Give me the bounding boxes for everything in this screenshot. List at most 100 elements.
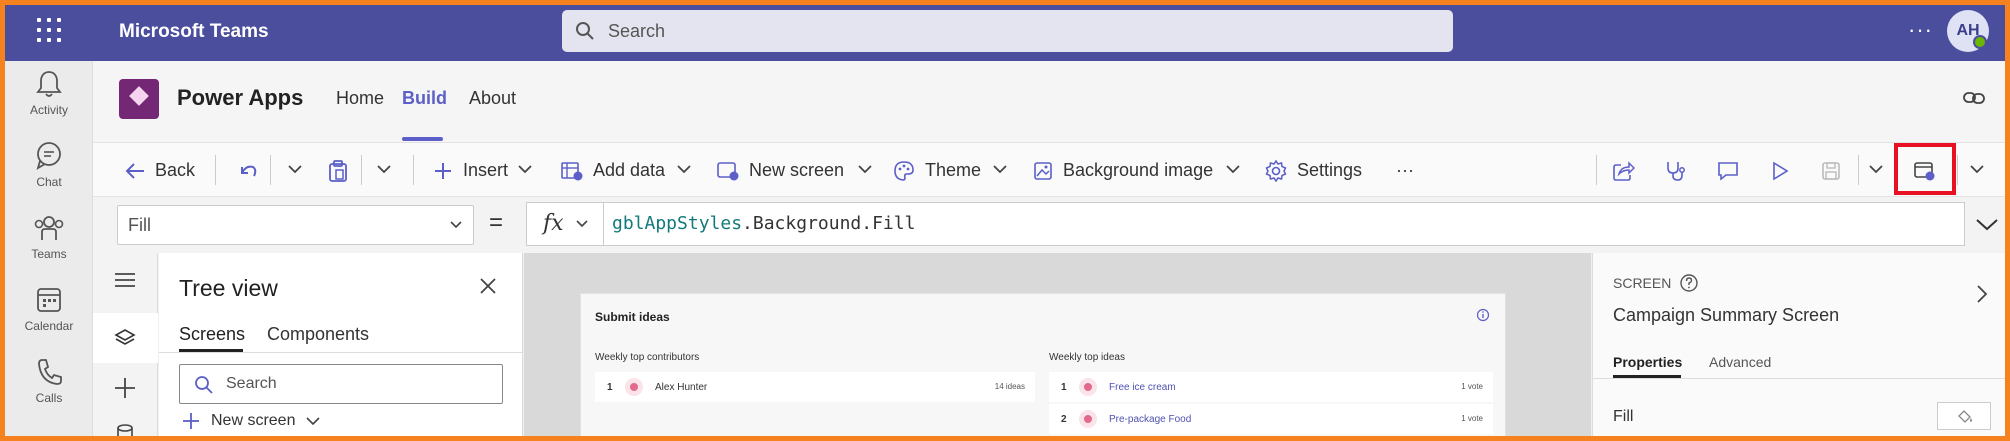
undo-button[interactable] xyxy=(238,143,268,198)
chevron-down-icon[interactable] xyxy=(676,163,692,175)
tab-properties[interactable]: Properties xyxy=(1613,354,1682,370)
plus-icon[interactable] xyxy=(113,376,137,400)
idea-name: Pre-package Food xyxy=(1109,414,1192,425)
preview-button[interactable] xyxy=(1770,143,1800,198)
back-button[interactable]: Back xyxy=(125,143,195,198)
nav-home[interactable]: Home xyxy=(336,88,384,109)
teams-icon xyxy=(34,216,64,240)
close-icon[interactable] xyxy=(479,277,497,295)
tab-components[interactable]: Components xyxy=(267,324,369,345)
list-item[interactable]: 2 Pre-package Food 1 vote xyxy=(1049,404,1493,434)
formula-bar: Fill = fx gblAppStyles.Background.Fill xyxy=(93,197,2005,253)
tree-search-input[interactable]: Search xyxy=(179,364,503,404)
share-button[interactable] xyxy=(1613,143,1645,198)
rank: 1 xyxy=(1061,382,1067,393)
rank: 1 xyxy=(607,382,613,393)
function-button[interactable]: fx xyxy=(526,202,604,246)
separator xyxy=(361,155,362,185)
rail-label-calls: Calls xyxy=(35,391,63,405)
add-data-label: Add data xyxy=(593,160,666,180)
presence-available-icon xyxy=(1973,35,1987,49)
app-launcher-icon[interactable] xyxy=(37,18,61,42)
separator xyxy=(270,155,271,185)
formula-input[interactable]: gblAppStyles.Background.Fill xyxy=(604,202,1965,246)
teams-title-bar: Microsoft Teams Search ··· AH xyxy=(5,5,2005,61)
nav-about[interactable]: About xyxy=(469,88,516,109)
powerapps-title: Power Apps xyxy=(177,85,304,110)
more-options-button[interactable]: ··· xyxy=(1908,17,1933,43)
chevron-down-icon[interactable] xyxy=(1225,163,1241,175)
back-label: Back xyxy=(155,160,196,180)
more-commands-button[interactable]: ··· xyxy=(1396,143,1414,198)
separator xyxy=(1858,155,1859,185)
separator xyxy=(215,155,216,185)
tab-divider xyxy=(1593,378,2005,379)
rank: 2 xyxy=(1061,414,1067,425)
canvas-area[interactable]: Submit ideas Weekly top contributors Wee… xyxy=(524,253,1591,436)
add-data-button[interactable]: Add data xyxy=(561,143,665,198)
new-screen-label: New screen xyxy=(211,412,296,429)
new-screen-button[interactable]: New screen xyxy=(717,143,844,198)
theme-button[interactable]: Theme xyxy=(893,143,981,198)
nav-active-indicator xyxy=(402,137,443,141)
badge-icon xyxy=(625,378,643,396)
chevron-down-icon xyxy=(450,221,462,229)
bell-icon xyxy=(36,71,62,97)
teams-app-bar: Activity Chat Teams Calendar Calls xyxy=(5,61,93,436)
fill-color-picker[interactable] xyxy=(1937,402,1991,430)
app-checker-button[interactable] xyxy=(1665,143,1697,198)
background-image-button[interactable]: Background image xyxy=(1033,143,1213,198)
database-add-icon xyxy=(561,161,583,180)
chevron-down-icon[interactable] xyxy=(1969,163,1985,175)
rail-item-chat[interactable]: Chat xyxy=(5,133,93,199)
property-value: Fill xyxy=(128,215,151,235)
new-screen-button[interactable]: New screen xyxy=(181,411,321,431)
list-item[interactable]: 1 Free ice cream 1 vote xyxy=(1049,372,1493,402)
chevron-down-icon[interactable] xyxy=(287,163,303,175)
chevron-down-icon[interactable] xyxy=(517,163,533,175)
rail-item-calls[interactable]: Calls xyxy=(5,349,93,415)
list-item[interactable]: 1 Alex Hunter 14 ideas xyxy=(595,372,1035,402)
insert-button[interactable]: Insert xyxy=(433,143,508,198)
rail-label-teams: Teams xyxy=(31,247,67,261)
search-input[interactable]: Search xyxy=(562,10,1453,52)
paste-button[interactable] xyxy=(328,143,358,198)
expand-formula-icon[interactable] xyxy=(1975,217,1999,231)
tab-screens[interactable]: Screens xyxy=(179,324,245,345)
link-icon[interactable] xyxy=(1963,91,1985,105)
comments-button[interactable] xyxy=(1717,143,1749,198)
chevron-down-icon[interactable] xyxy=(857,163,873,175)
settings-button[interactable]: Settings xyxy=(1265,143,1362,198)
search-icon xyxy=(195,376,213,394)
chevron-down-icon[interactable] xyxy=(1868,163,1884,175)
rail-item-calendar[interactable]: Calendar xyxy=(5,277,93,343)
chevron-down-icon[interactable] xyxy=(992,163,1008,175)
tab-advanced[interactable]: Advanced xyxy=(1709,354,1771,370)
authoring-rail xyxy=(93,253,158,436)
settings-label: Settings xyxy=(1297,160,1363,180)
app-screen-preview[interactable]: Submit ideas Weekly top contributors Wee… xyxy=(580,293,1506,436)
properties-pane: SCREEN Campaign Summary Screen Propertie… xyxy=(1592,253,2005,436)
nav-build[interactable]: Build xyxy=(402,88,447,109)
teams-window: Microsoft Teams Search ··· AH Activity C… xyxy=(5,5,2005,436)
app-title: Submit ideas xyxy=(595,310,670,324)
save-button[interactable] xyxy=(1821,143,1851,198)
plus-icon xyxy=(435,162,451,179)
chevron-down-icon[interactable] xyxy=(376,163,392,175)
tree-view-tab[interactable] xyxy=(93,313,158,363)
chevron-right-icon[interactable] xyxy=(1975,283,1989,305)
rail-item-teams[interactable]: Teams xyxy=(5,205,93,271)
rail-label-chat: Chat xyxy=(36,175,62,189)
rail-label-activity: Activity xyxy=(29,103,68,117)
help-icon[interactable] xyxy=(1679,273,1699,293)
property-dropdown[interactable]: Fill xyxy=(117,205,474,245)
info-icon[interactable] xyxy=(1476,308,1490,322)
calendar-icon xyxy=(37,288,61,312)
rail-item-activity[interactable]: Activity xyxy=(5,61,93,127)
database-icon[interactable] xyxy=(115,423,135,436)
tree-view-title: Tree view xyxy=(179,275,278,301)
hamburger-menu-icon[interactable] xyxy=(113,271,137,289)
separator xyxy=(413,155,414,185)
fill-property-label: Fill xyxy=(1613,408,1634,425)
arrow-left-icon xyxy=(125,162,144,179)
